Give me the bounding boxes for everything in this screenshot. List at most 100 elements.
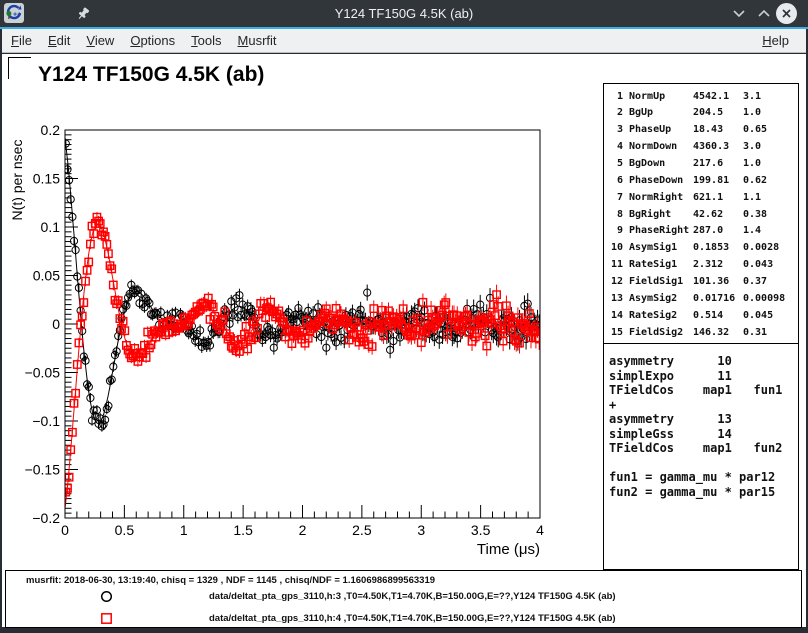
param-name: NormDown bbox=[629, 138, 677, 155]
param-row: 7NormRight621.11.1 bbox=[604, 189, 796, 206]
svg-text:1.5: 1.5 bbox=[233, 522, 253, 538]
root-canvas[interactable]: Y124 TF150G 4.5K (ab)N(t) per nsecTime (… bbox=[2, 54, 806, 627]
param-err: 1.4 bbox=[743, 222, 761, 239]
theory-text: asymmetry 10 simplExpo 11 TFieldCos map1… bbox=[609, 354, 782, 499]
param-row: 4 NormDown 4360.3 3.0 bbox=[604, 138, 796, 155]
svg-text:1: 1 bbox=[180, 522, 188, 538]
svg-text:−0.1: −0.1 bbox=[32, 413, 60, 429]
param-name: FieldSig2 bbox=[629, 324, 683, 341]
menu-item-options[interactable]: Options bbox=[123, 32, 182, 49]
error-bars bbox=[66, 139, 539, 432]
open-square-markers bbox=[62, 214, 543, 496]
param-err: 3.1 bbox=[743, 88, 761, 105]
x-axis-title: Time (μs) bbox=[477, 541, 540, 558]
param-val: 0.514 bbox=[693, 307, 723, 324]
svg-text:0.2: 0.2 bbox=[41, 122, 61, 138]
param-row: 10AsymSig10.18530.0028 bbox=[604, 239, 796, 256]
param-name: BgRight bbox=[629, 206, 671, 223]
param-val: 217.6 bbox=[693, 155, 723, 172]
param-row: 12 FieldSig1 101.36 0.37 bbox=[604, 273, 796, 290]
svg-text:0: 0 bbox=[52, 316, 60, 332]
param-no: 1 bbox=[608, 88, 623, 105]
maximize-button[interactable] bbox=[752, 2, 775, 25]
svg-text:−0.05: −0.05 bbox=[25, 365, 61, 381]
menu-item-view[interactable]: View bbox=[79, 32, 121, 49]
window-title: Y124 TF150G 4.5K (ab) bbox=[0, 6, 808, 21]
param-row: 15FieldSig2146.320.31 bbox=[604, 324, 796, 341]
param-val: 0.1853 bbox=[693, 239, 729, 256]
menu-item-edit[interactable]: Edit bbox=[41, 32, 77, 49]
fit-curve bbox=[65, 224, 540, 509]
svg-text:0.1: 0.1 bbox=[41, 219, 61, 235]
menu-item-help[interactable]: Help bbox=[755, 32, 796, 49]
param-no: 2 bbox=[608, 104, 623, 121]
param-no: 13 bbox=[608, 290, 623, 307]
param-row: 3 PhaseUp 18.43 0.65 bbox=[604, 121, 796, 138]
param-err: 0.37 bbox=[743, 273, 767, 290]
param-name: RateSig1 bbox=[629, 256, 677, 273]
series-h4 bbox=[62, 212, 543, 509]
param-name: NormRight bbox=[629, 189, 683, 206]
titlebar[interactable]: ++ Y124 TF150G 4.5K (ab) bbox=[0, 0, 808, 27]
param-err: 0.043 bbox=[743, 256, 773, 273]
param-err: 3.0 bbox=[743, 138, 761, 155]
param-val: 621.1 bbox=[693, 189, 723, 206]
param-no: 5 bbox=[608, 155, 623, 172]
plot-svg[interactable]: Y124 TF150G 4.5K (ab)N(t) per nsecTime (… bbox=[5, 55, 603, 565]
param-row: 1NormUp4542.13.1 bbox=[604, 88, 796, 105]
svg-text:0: 0 bbox=[61, 522, 69, 538]
param-err: 0.31 bbox=[743, 324, 767, 341]
legend-box: musrfit: 2018-06-30, 13:19:40, chisq = 1… bbox=[5, 570, 802, 628]
svg-text:2: 2 bbox=[299, 522, 307, 538]
menubar: FileEditViewOptionsToolsMusrfit Help bbox=[2, 29, 806, 53]
param-name: AsymSig1 bbox=[629, 239, 677, 256]
param-val: 4360.3 bbox=[693, 138, 729, 155]
param-err: 0.65 bbox=[743, 121, 767, 138]
svg-text:3: 3 bbox=[417, 522, 425, 538]
param-val: 146.32 bbox=[693, 324, 729, 341]
svg-text:4: 4 bbox=[536, 522, 544, 538]
param-val: 18.43 bbox=[693, 121, 723, 138]
parameter-box: 1NormUp4542.13.12BgUp204.51.03PhaseUp18.… bbox=[603, 83, 799, 345]
param-row: 11 RateSig1 2.312 0.043 bbox=[604, 256, 796, 273]
param-name: FieldSig1 bbox=[629, 273, 683, 290]
param-val: 2.312 bbox=[693, 256, 723, 273]
svg-text:0.5: 0.5 bbox=[115, 522, 135, 538]
param-val: 42.62 bbox=[693, 206, 723, 223]
param-no: 8 bbox=[608, 206, 623, 223]
svg-text:−0.15: −0.15 bbox=[25, 462, 61, 478]
param-name: PhaseUp bbox=[629, 121, 671, 138]
param-name: RateSig2 bbox=[629, 307, 677, 324]
minimize-button[interactable] bbox=[727, 2, 750, 25]
param-val: 101.36 bbox=[693, 273, 729, 290]
menu-item-tools[interactable]: Tools bbox=[184, 32, 228, 49]
svg-text:0.05: 0.05 bbox=[33, 268, 60, 284]
param-name: PhaseRight bbox=[629, 222, 689, 239]
param-no: 14 bbox=[608, 307, 623, 324]
param-name: NormUp bbox=[629, 88, 665, 105]
open-square-legend-icon bbox=[99, 611, 114, 626]
param-no: 4 bbox=[608, 138, 623, 155]
fit-stats: musrfit: 2018-06-30, 13:19:40, chisq = 1… bbox=[26, 575, 435, 586]
param-name: PhaseDown bbox=[629, 172, 683, 189]
param-err: 1.0 bbox=[743, 104, 761, 121]
param-val: 199.81 bbox=[693, 172, 729, 189]
param-no: 10 bbox=[608, 239, 623, 256]
menu-item-file[interactable]: File bbox=[4, 32, 39, 49]
param-val: 204.5 bbox=[693, 104, 723, 121]
param-no: 7 bbox=[608, 189, 623, 206]
param-no: 11 bbox=[608, 256, 623, 273]
menu-item-musrfit[interactable]: Musrfit bbox=[231, 32, 284, 49]
param-no: 3 bbox=[608, 121, 623, 138]
param-err: 0.38 bbox=[743, 206, 767, 223]
open-circle-legend-icon bbox=[99, 589, 114, 604]
param-no: 12 bbox=[608, 273, 623, 290]
param-row: 9PhaseRight287.01.4 bbox=[604, 222, 796, 239]
svg-text:3.5: 3.5 bbox=[471, 522, 491, 538]
series-h3 bbox=[62, 138, 543, 432]
legend-entry-label: data/deltat_pta_gps_3110,h:3 ,T0=4.50K,T… bbox=[209, 591, 616, 602]
param-row: 8 BgRight 42.62 0.38 bbox=[604, 206, 796, 223]
fit-curve bbox=[65, 138, 540, 424]
close-button[interactable] bbox=[776, 3, 797, 24]
svg-text:−0.2: −0.2 bbox=[32, 510, 60, 526]
